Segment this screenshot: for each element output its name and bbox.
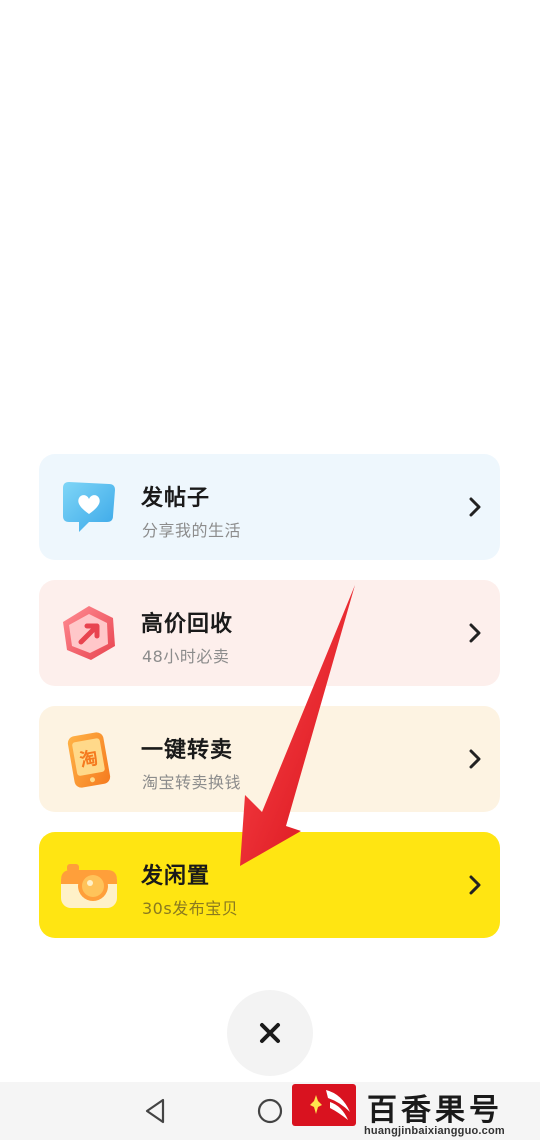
- recycle-arrow-icon: [57, 602, 121, 666]
- publish-menu-screen: 发帖子 分享我的生活 高价回收 48小时必卖 淘 一键转卖 淘宝转卖换钱 发闲置…: [0, 0, 540, 1140]
- heart-chat-icon: [57, 476, 121, 540]
- back-triangle-icon[interactable]: [143, 1097, 167, 1125]
- home-circle-icon[interactable]: [257, 1098, 283, 1124]
- close-button[interactable]: [227, 990, 313, 1076]
- close-icon: [260, 1023, 280, 1043]
- red-annotation-arrow: [240, 585, 355, 866]
- idle-card[interactable]: 发闲置 30s发布宝贝: [39, 832, 500, 938]
- watermark-logo-icon: [292, 1084, 356, 1126]
- resell-card[interactable]: 淘 一键转卖 淘宝转卖换钱: [39, 706, 500, 812]
- watermark-title: 百香果号: [367, 1093, 503, 1128]
- taobao-phone-icon: 淘: [57, 728, 121, 792]
- idle-subtitle: 30s发布宝贝: [142, 899, 239, 918]
- recycle-title: 高价回收: [141, 612, 234, 637]
- camera-icon: [57, 854, 121, 918]
- watermark-url: huangjinbaixiangguo.com: [364, 1125, 505, 1137]
- post-subtitle: 分享我的生活: [142, 521, 242, 540]
- chevron-right-icon: [469, 497, 481, 517]
- watermark: 百香果号 huangjinbaixiangguo.com: [292, 1084, 540, 1140]
- chevron-right-icon: [469, 623, 481, 643]
- chevron-right-icon: [469, 875, 481, 895]
- chevron-right-icon: [469, 749, 481, 769]
- idle-title: 发闲置: [141, 864, 211, 889]
- recycle-card[interactable]: 高价回收 48小时必卖: [39, 580, 500, 686]
- post-card[interactable]: 发帖子 分享我的生活: [39, 454, 500, 560]
- svg-text:淘: 淘: [78, 747, 100, 772]
- resell-subtitle: 淘宝转卖换钱: [142, 773, 242, 792]
- resell-title: 一键转卖: [141, 738, 234, 763]
- post-title: 发帖子: [141, 486, 211, 511]
- recycle-subtitle: 48小时必卖: [142, 647, 230, 666]
